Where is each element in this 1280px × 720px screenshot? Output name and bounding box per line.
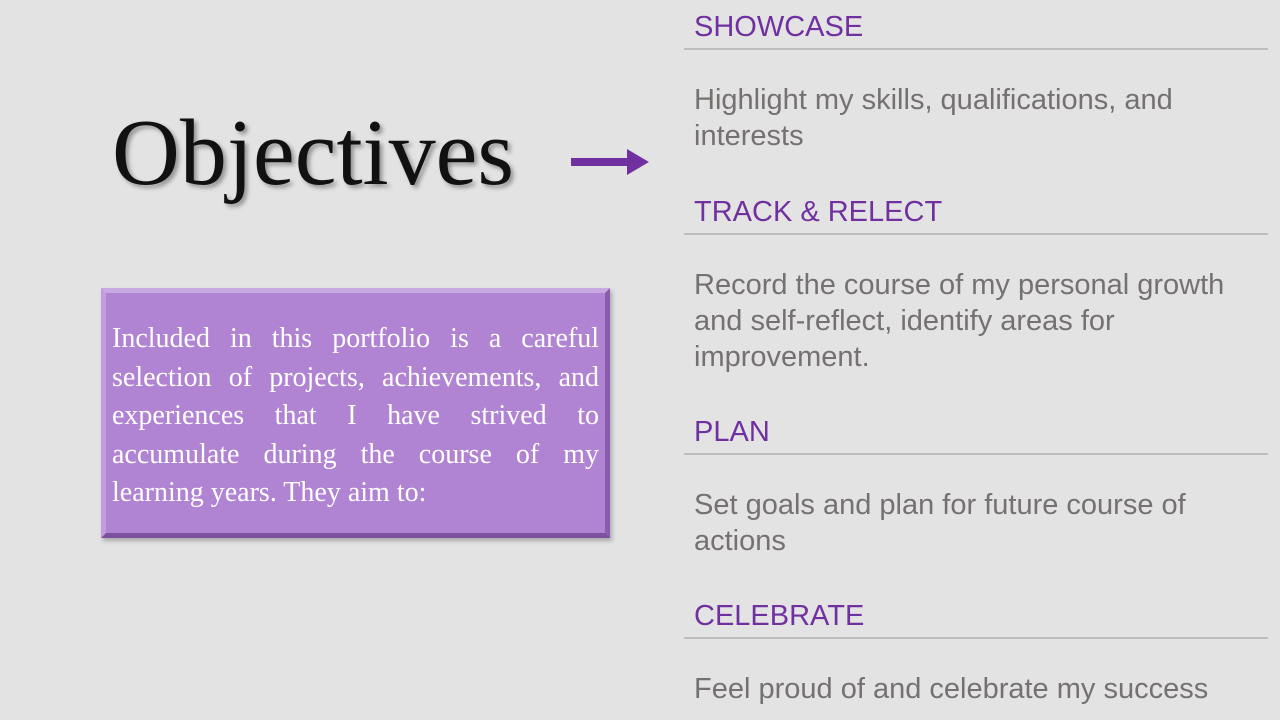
section-heading: PLAN bbox=[694, 416, 770, 448]
section-heading: SHOWCASE bbox=[694, 11, 864, 43]
section-description: Record the course of my personal growth … bbox=[694, 269, 1225, 373]
section-description: Feel proud of and celebrate my success bbox=[694, 673, 1209, 705]
slide-title: Objectives bbox=[112, 101, 514, 205]
intro-text: Included in this portfolio is a careful … bbox=[112, 323, 599, 508]
right-arrow-icon bbox=[571, 149, 649, 175]
section-divider bbox=[684, 637, 1268, 639]
section-description: Set goals and plan for future course of … bbox=[694, 489, 1186, 557]
section-heading: TRACK & RELECT bbox=[694, 196, 943, 228]
section-description: Highlight my skills, qualifications, and… bbox=[694, 84, 1173, 152]
section-divider bbox=[684, 48, 1268, 50]
section-divider bbox=[684, 233, 1268, 235]
section-divider bbox=[684, 453, 1268, 455]
section-heading: CELEBRATE bbox=[694, 600, 865, 632]
intro-box: Included in this portfolio is a careful … bbox=[101, 288, 610, 538]
